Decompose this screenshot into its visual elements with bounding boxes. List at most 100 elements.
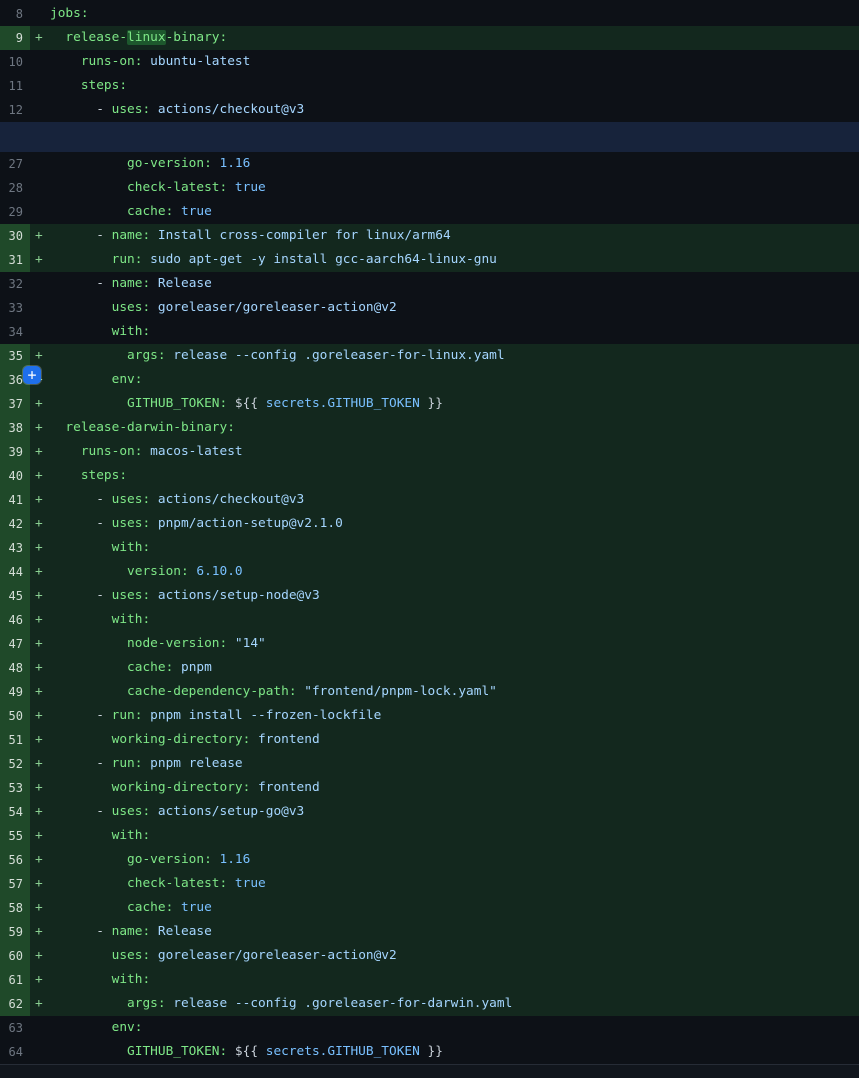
diff-marker: + (30, 944, 50, 968)
line-number[interactable]: 62 (0, 992, 30, 1016)
code-line: go-version: 1.16 (50, 848, 859, 872)
diff-line-49: 49+ cache-dependency-path: "frontend/pnp… (0, 680, 859, 704)
diff-line-40: 40+ steps: (0, 464, 859, 488)
diff-line-41: 41+ - uses: actions/checkout@v3 (0, 488, 859, 512)
line-number[interactable]: 48 (0, 656, 30, 680)
line-number[interactable]: 8 (0, 2, 30, 26)
diff-marker: + (30, 800, 50, 824)
diff-marker: + (30, 704, 50, 728)
diff-marker (30, 152, 50, 176)
diff-footer (0, 1064, 859, 1078)
line-number[interactable]: 40 (0, 464, 30, 488)
line-number[interactable]: 37 (0, 392, 30, 416)
line-number[interactable]: 33 (0, 296, 30, 320)
diff-line-31: 31+ run: sudo apt-get -y install gcc-aar… (0, 248, 859, 272)
line-number[interactable]: 57 (0, 872, 30, 896)
line-number[interactable]: 44 (0, 560, 30, 584)
line-number[interactable]: 60 (0, 944, 30, 968)
line-number[interactable]: 52 (0, 752, 30, 776)
line-number[interactable]: 46 (0, 608, 30, 632)
diff-marker (30, 2, 50, 26)
line-number[interactable]: 30 (0, 224, 30, 248)
line-number[interactable]: 12 (0, 98, 30, 122)
diff-line-56: 56+ go-version: 1.16 (0, 848, 859, 872)
diff-line-62: 62+ args: release --config .goreleaser-f… (0, 992, 859, 1016)
diff-marker (30, 74, 50, 98)
line-number[interactable]: 10 (0, 50, 30, 74)
diff-marker (30, 1040, 50, 1064)
diff-marker: + (30, 968, 50, 992)
code-line: - uses: actions/setup-go@v3 (50, 800, 859, 824)
line-number[interactable]: 56 (0, 848, 30, 872)
line-number[interactable]: 49 (0, 680, 30, 704)
line-number[interactable]: 58 (0, 896, 30, 920)
line-number[interactable]: 31 (0, 248, 30, 272)
line-number[interactable]: 35 (0, 344, 30, 368)
line-number[interactable]: 27 (0, 152, 30, 176)
line-number[interactable]: 59 (0, 920, 30, 944)
code-line: cache: true (50, 200, 859, 224)
line-number[interactable]: 51 (0, 728, 30, 752)
line-number[interactable]: 54 (0, 800, 30, 824)
expand-hunk-row[interactable] (0, 122, 859, 152)
diff-marker: + (30, 224, 50, 248)
code-line: node-version: "14" (50, 632, 859, 656)
diff-line-11: 11 steps: (0, 74, 859, 98)
code-line: cache: pnpm (50, 656, 859, 680)
diff-line-50: 50+ - run: pnpm install --frozen-lockfil… (0, 704, 859, 728)
diff-marker: + (30, 752, 50, 776)
code-line: working-directory: frontend (50, 728, 859, 752)
diff-marker: + (30, 632, 50, 656)
code-line: release-darwin-binary: (50, 416, 859, 440)
line-number[interactable]: 43 (0, 536, 30, 560)
diff-marker (30, 200, 50, 224)
diff-marker: + (30, 872, 50, 896)
code-line: release-linux-binary: (50, 26, 859, 50)
line-number[interactable]: 55 (0, 824, 30, 848)
line-number[interactable]: 63 (0, 1016, 30, 1040)
code-line: steps: (50, 74, 859, 98)
line-number[interactable]: 29 (0, 200, 30, 224)
code-line: uses: goreleaser/goreleaser-action@v2 (50, 296, 859, 320)
diff-marker: + (30, 656, 50, 680)
line-number[interactable]: 47 (0, 632, 30, 656)
line-number[interactable]: 50 (0, 704, 30, 728)
line-number[interactable]: 42 (0, 512, 30, 536)
line-number[interactable]: 11 (0, 74, 30, 98)
line-number[interactable]: 64 (0, 1040, 30, 1064)
diff-marker: + (30, 560, 50, 584)
line-number[interactable]: 38 (0, 416, 30, 440)
code-line: - name: Install cross-compiler for linux… (50, 224, 859, 248)
code-line: env: (50, 368, 859, 392)
diff-marker: + (30, 392, 50, 416)
diff-line-42: 42+ - uses: pnpm/action-setup@v2.1.0 (0, 512, 859, 536)
add-line-comment-button[interactable]: + (23, 366, 41, 384)
code-line: - name: Release (50, 920, 859, 944)
line-number[interactable]: 28 (0, 176, 30, 200)
code-line: jobs: (50, 2, 859, 26)
code-line: args: release --config .goreleaser-for-d… (50, 992, 859, 1016)
diff-line-46: 46+ with: (0, 608, 859, 632)
code-line: check-latest: true (50, 176, 859, 200)
line-number[interactable]: 34 (0, 320, 30, 344)
diff-line-9: 9+ release-linux-binary: (0, 26, 859, 50)
diff-line-53: 53+ working-directory: frontend (0, 776, 859, 800)
code-line: version: 6.10.0 (50, 560, 859, 584)
diff-line-44: 44+ version: 6.10.0 (0, 560, 859, 584)
line-number[interactable]: 61 (0, 968, 30, 992)
line-number[interactable]: 32 (0, 272, 30, 296)
diff-marker (30, 50, 50, 74)
code-line: - run: pnpm install --frozen-lockfile (50, 704, 859, 728)
line-number[interactable]: 39 (0, 440, 30, 464)
line-number[interactable]: 53 (0, 776, 30, 800)
line-number[interactable]: 41 (0, 488, 30, 512)
diff-line-57: 57+ check-latest: true (0, 872, 859, 896)
diff-marker: + (30, 536, 50, 560)
diff-marker (30, 1016, 50, 1040)
line-number[interactable]: 9 (0, 26, 30, 50)
diff-line-64: 64 GITHUB_TOKEN: ${{ secrets.GITHUB_TOKE… (0, 1040, 859, 1064)
diff-marker: + (30, 416, 50, 440)
diff-marker: + (30, 488, 50, 512)
diff-line-51: 51+ working-directory: frontend (0, 728, 859, 752)
line-number[interactable]: 45 (0, 584, 30, 608)
